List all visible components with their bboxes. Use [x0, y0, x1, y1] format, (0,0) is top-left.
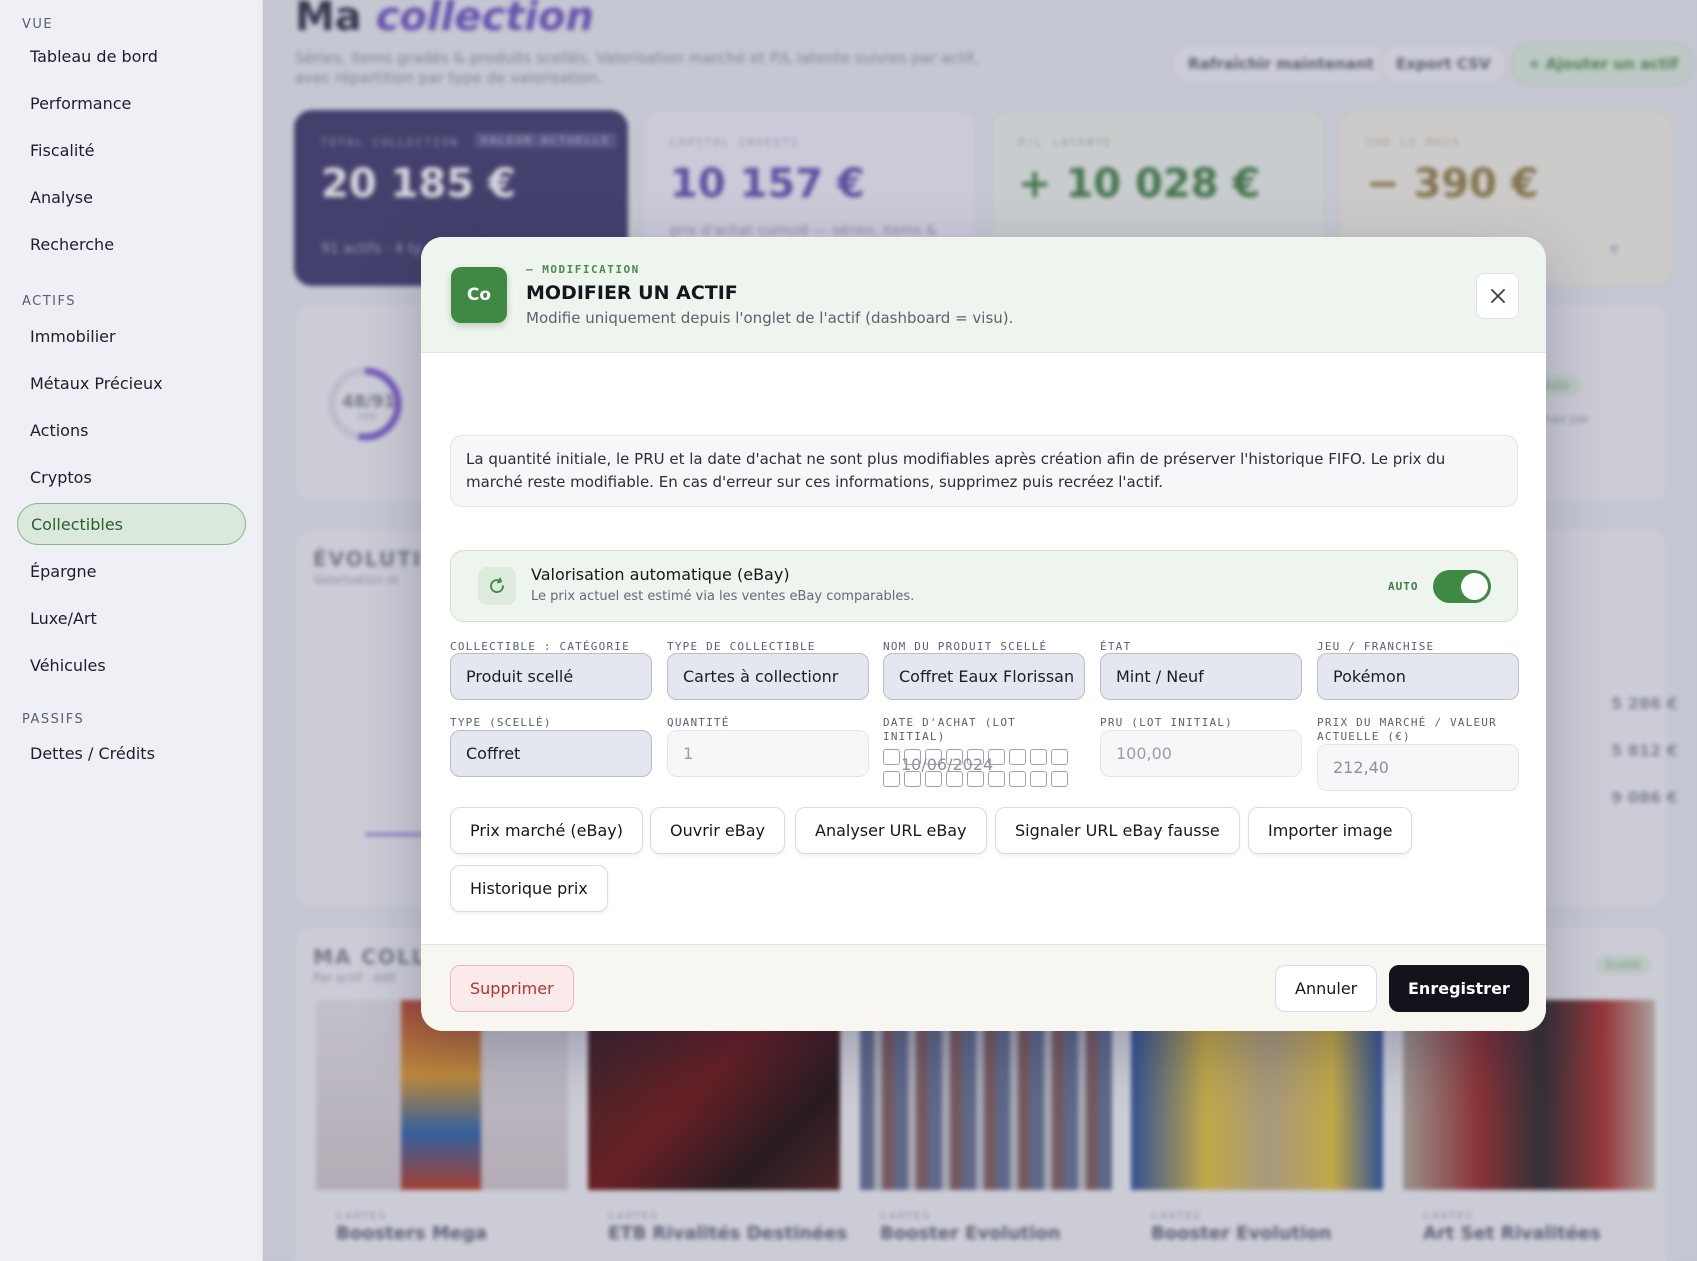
product-name-input[interactable]: Coffret Eaux Florissan [883, 653, 1085, 700]
sidebar: VUE Tableau de bord Performance Fiscalit… [0, 0, 263, 1261]
sidebar-item-luxe-art[interactable]: Luxe/Art [17, 597, 246, 639]
info-notice: La quantité initiale, le PRU et la date … [450, 435, 1518, 507]
field-label-nom-produit: NOM DU PRODUIT SCELLÉ [883, 640, 1048, 653]
sidebar-item-analyse[interactable]: Analyse [17, 176, 246, 218]
auto-valuation-toggle[interactable] [1433, 570, 1491, 603]
field-label-pru: PRU (LOT INITIAL) [1100, 716, 1233, 729]
field-label-quantite: QUANTITÉ [667, 716, 730, 729]
sidebar-item-immobilier[interactable]: Immobilier [17, 315, 246, 357]
sidebar-section-actifs: ACTIFS [22, 294, 77, 309]
calendar-icon [1051, 749, 1068, 765]
calendar-icon [1051, 771, 1068, 787]
cancel-button[interactable]: Annuler [1275, 965, 1378, 1012]
modal-header: Co — MODIFICATION MODIFIER UN ACTIF Modi… [421, 237, 1546, 353]
auto-tag: AUTO [1388, 580, 1419, 593]
import-image-button[interactable]: Importer image [1248, 807, 1413, 854]
field-label-date-achat: DATE D'ACHAT (LOT INITIAL) [883, 716, 1016, 743]
modal-kicker: — MODIFICATION [526, 263, 640, 276]
auto-valuation-panel: Valorisation automatique (eBay) Le prix … [450, 550, 1518, 622]
field-label-type-scelle: TYPE (SCELLÉ) [450, 716, 552, 729]
calendar-icon [883, 749, 900, 765]
auto-valuation-title: Valorisation automatique (eBay) [531, 565, 790, 584]
sidebar-item-fiscalite[interactable]: Fiscalité [17, 129, 246, 171]
open-ebay-button[interactable]: Ouvrir eBay [650, 807, 785, 854]
asset-avatar: Co [451, 267, 507, 323]
sidebar-item-actions[interactable]: Actions [17, 409, 246, 451]
category-select[interactable]: Produit scellé [450, 653, 652, 700]
modal-footer: Supprimer Annuler Enregistrer [421, 944, 1546, 1031]
calendar-icon [1030, 749, 1047, 765]
price-history-button[interactable]: Historique prix [450, 865, 608, 912]
sidebar-section-vue: VUE [22, 17, 54, 32]
edit-asset-modal: Co — MODIFICATION MODIFIER UN ACTIF Modi… [421, 237, 1546, 1031]
collectible-type-select[interactable]: Cartes à collectionr [667, 653, 869, 700]
modal-description: Modifie uniquement depuis l'onglet de l'… [526, 309, 1014, 327]
sidebar-section-passifs: PASSIFS [22, 712, 85, 727]
close-button[interactable] [1476, 273, 1519, 319]
purchase-date-input: 10/06/2024 [901, 755, 994, 774]
sidebar-item-metaux-precieux[interactable]: Métaux Précieux [17, 362, 246, 404]
field-label-type-collectible: TYPE DE COLLECTIBLE [667, 640, 816, 653]
close-icon [1490, 289, 1505, 303]
quantity-input: 1 [667, 730, 869, 777]
report-ebay-url-button[interactable]: Signaler URL eBay fausse [995, 807, 1240, 854]
modal-title: MODIFIER UN ACTIF [526, 282, 738, 304]
field-label-categorie: COLLECTIBLE : CATÉGORIE [450, 640, 630, 653]
sidebar-item-epargne[interactable]: Épargne [17, 550, 246, 592]
save-button[interactable]: Enregistrer [1389, 965, 1529, 1012]
pru-input: 100,00 [1100, 730, 1302, 777]
franchise-input[interactable]: Pokémon [1317, 653, 1519, 700]
auto-valuation-subtitle: Le prix actuel est estimé via les ventes… [531, 589, 915, 604]
sidebar-item-cryptos[interactable]: Cryptos [17, 456, 246, 498]
refresh-icon [478, 567, 516, 605]
sidebar-item-collectibles[interactable]: Collectibles [17, 503, 246, 545]
market-price-input[interactable]: 212,40 [1317, 744, 1519, 791]
condition-select[interactable]: Mint / Neuf [1100, 653, 1302, 700]
field-label-etat: ÉTAT [1100, 640, 1132, 653]
ebay-market-price-button[interactable]: Prix marché (eBay) [450, 807, 644, 854]
delete-button[interactable]: Supprimer [450, 965, 574, 1012]
calendar-icon [1030, 771, 1047, 787]
sidebar-item-dettes-credits[interactable]: Dettes / Crédits [17, 732, 246, 774]
sealed-type-select[interactable]: Coffret [450, 730, 652, 777]
analyze-ebay-url-button[interactable]: Analyser URL eBay [795, 807, 987, 854]
field-label-prix-marche: PRIX DU MARCHÉ / VALEUR ACTUELLE (€) [1317, 716, 1497, 743]
calendar-icon [883, 771, 900, 787]
field-label-jeu: JEU / FRANCHISE [1317, 640, 1435, 653]
sidebar-item-recherche[interactable]: Recherche [17, 223, 246, 265]
sidebar-item-vehicules[interactable]: Véhicules [17, 644, 246, 686]
calendar-icon [1009, 749, 1026, 765]
sidebar-item-tableau-de-bord[interactable]: Tableau de bord [17, 35, 246, 77]
toggle-knob [1461, 573, 1488, 600]
calendar-icon [1009, 771, 1026, 787]
sidebar-item-performance[interactable]: Performance [17, 82, 246, 124]
